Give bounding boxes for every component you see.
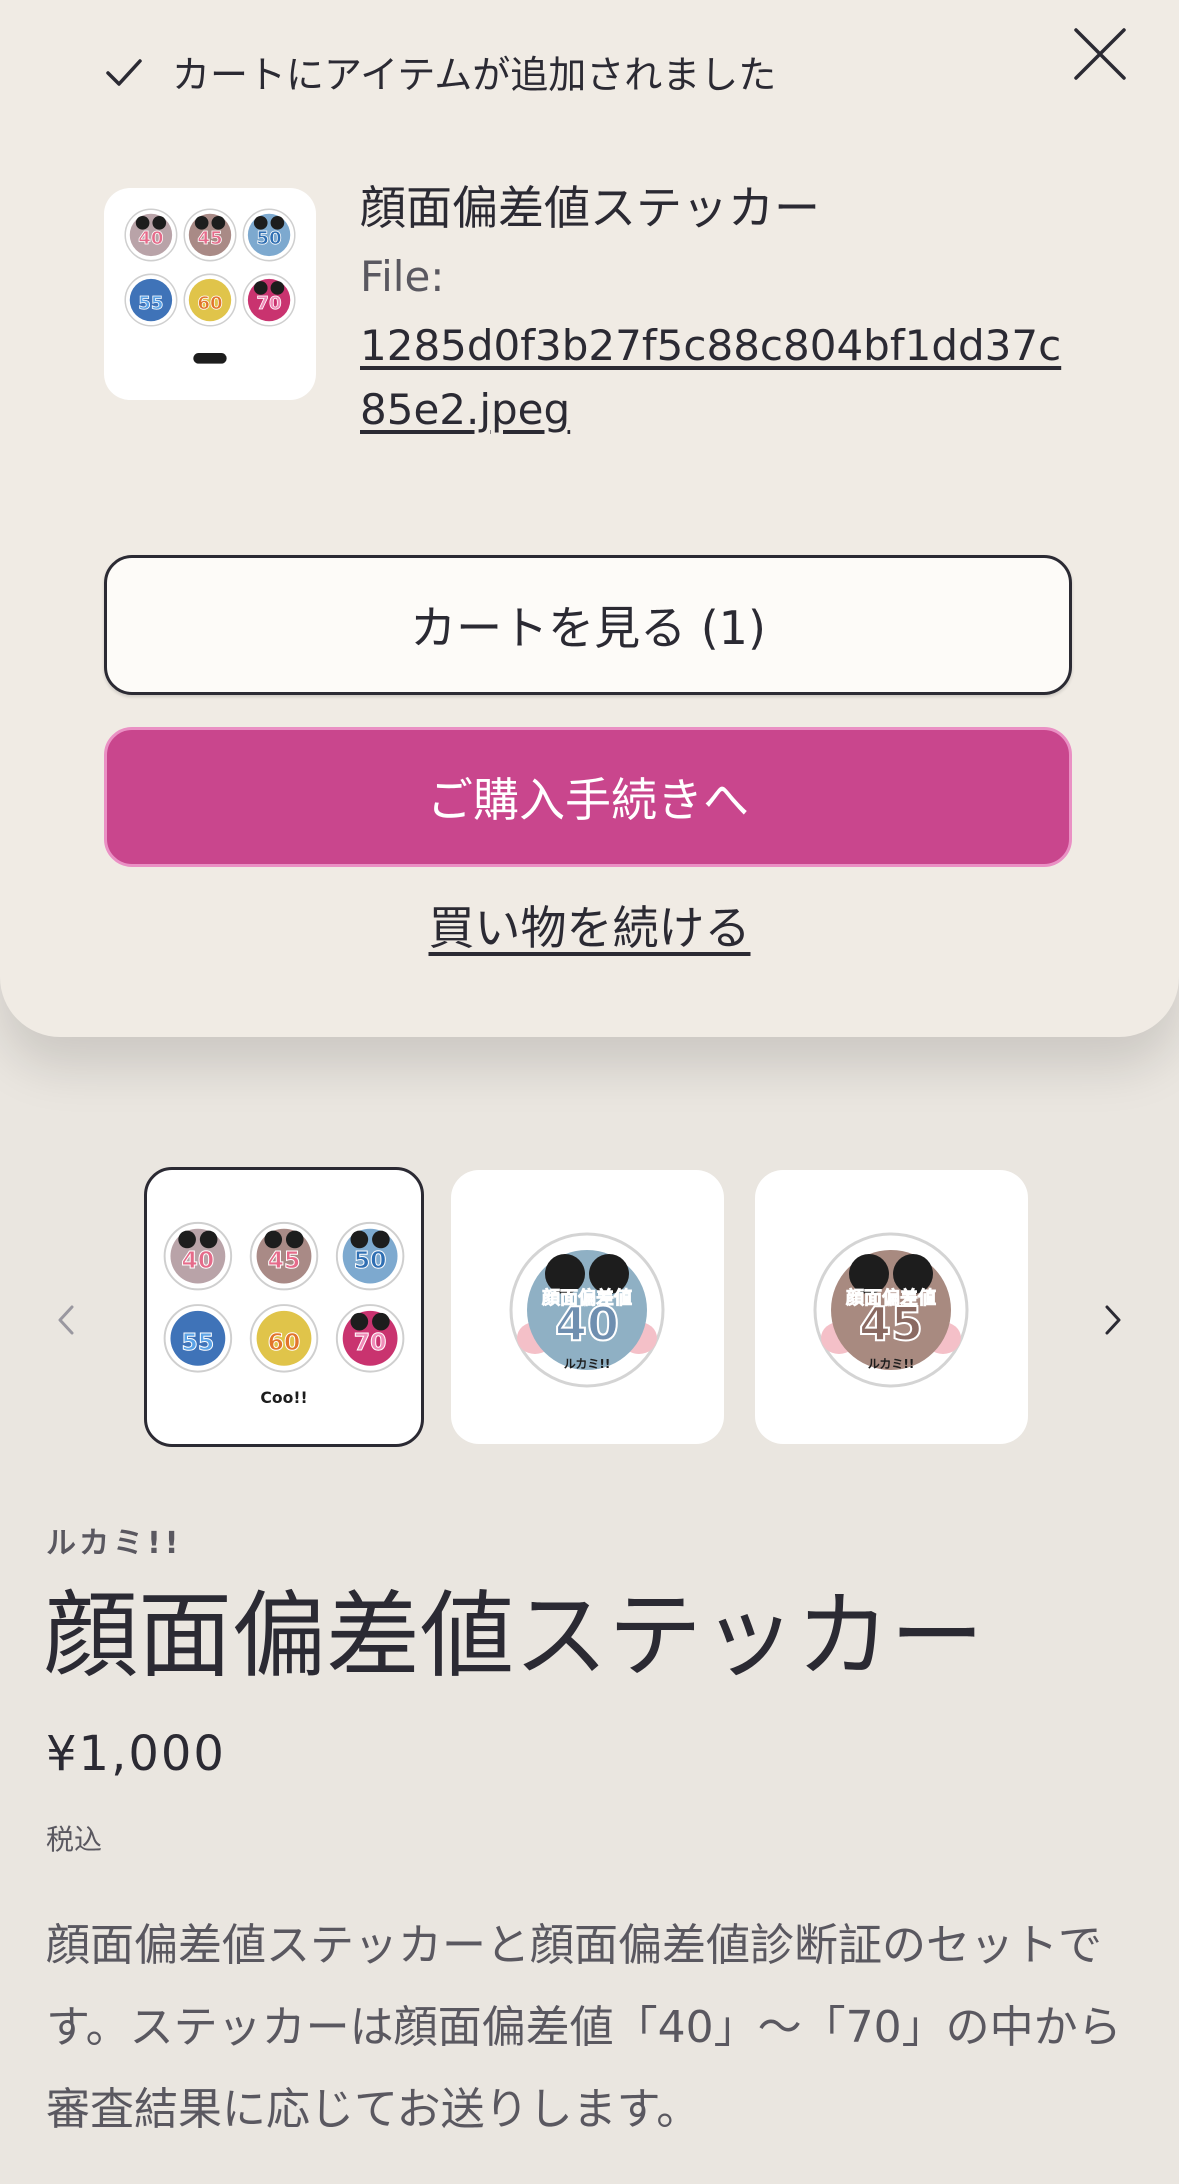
- chevron-left-icon: [58, 1305, 74, 1335]
- svg-text:50: 50: [256, 228, 281, 249]
- close-button[interactable]: [1070, 24, 1130, 84]
- added-message: カートにアイテムが追加されました: [172, 53, 777, 97]
- product-title: 顔面偏差値ステッカー: [44, 1582, 985, 1691]
- sticker-number: 50: [354, 1246, 387, 1274]
- sticker-number: 40: [182, 1246, 215, 1274]
- product-description: 顔面偏差値ステッカーと顔面偏差値診断証のセットです。ステッカーは顔面偏差値「40…: [46, 1920, 1122, 2135]
- sticker-brand: ルカミ!!: [868, 1357, 915, 1371]
- svg-text:45: 45: [197, 228, 222, 249]
- sticker-number: 70: [354, 1328, 387, 1356]
- cart-notification: カートにアイテムが追加されました 40 45 50 55 60 70 顔面偏差値…: [0, 0, 1179, 1037]
- cart-item-image: 40 45 50 55 60 70: [104, 188, 316, 400]
- gallery-next-button[interactable]: [1093, 1295, 1133, 1345]
- svg-text:60: 60: [197, 293, 222, 314]
- sheet-brand: Coo!!: [260, 1388, 307, 1407]
- sticker-number: 55: [182, 1328, 215, 1356]
- product-price: ¥1,000: [46, 1726, 226, 1782]
- svg-text:40: 40: [138, 228, 163, 249]
- cart-item-file-link[interactable]: 1285d0f3b27f5c88c804bf1dd37c85e2.jpeg: [360, 314, 1080, 442]
- sticker-number: 60: [268, 1328, 301, 1356]
- sticker-brand: ルカミ!!: [564, 1357, 611, 1371]
- sticker-number: 45: [268, 1246, 301, 1274]
- sticker-number: 45: [859, 1297, 923, 1351]
- check-icon: [104, 52, 144, 92]
- cart-item-file-label: File:: [360, 252, 445, 301]
- gallery-thumbnail-3[interactable]: 顔面偏差値 45 ルカミ!!: [755, 1170, 1028, 1444]
- gallery-thumbnail-2[interactable]: 顔面偏差値 40 ルカミ!!: [451, 1170, 724, 1444]
- continue-shopping: 買い物を続ける: [0, 892, 1179, 958]
- close-icon: [1074, 28, 1126, 80]
- checkout-button[interactable]: ご購入手続きへ: [104, 727, 1072, 867]
- chevron-right-icon: [1105, 1305, 1121, 1335]
- tax-note: 税込: [46, 1823, 103, 1856]
- svg-text:55: 55: [138, 293, 163, 314]
- svg-text:70: 70: [256, 293, 281, 314]
- gallery-thumbnail-1[interactable]: 40 45 50 55 60 70 Coo!!: [144, 1167, 424, 1447]
- product-vendor: ルカミ!!: [46, 1526, 183, 1561]
- sticker-number: 40: [555, 1297, 619, 1351]
- continue-shopping-link[interactable]: 買い物を続ける: [429, 901, 751, 955]
- view-cart-button[interactable]: カートを見る (1): [104, 555, 1072, 695]
- cart-item-title: 顔面偏差値ステッカー: [360, 181, 820, 235]
- cart-notification-header: カートにアイテムが追加されました: [104, 44, 776, 99]
- gallery-prev-button[interactable]: [46, 1295, 86, 1345]
